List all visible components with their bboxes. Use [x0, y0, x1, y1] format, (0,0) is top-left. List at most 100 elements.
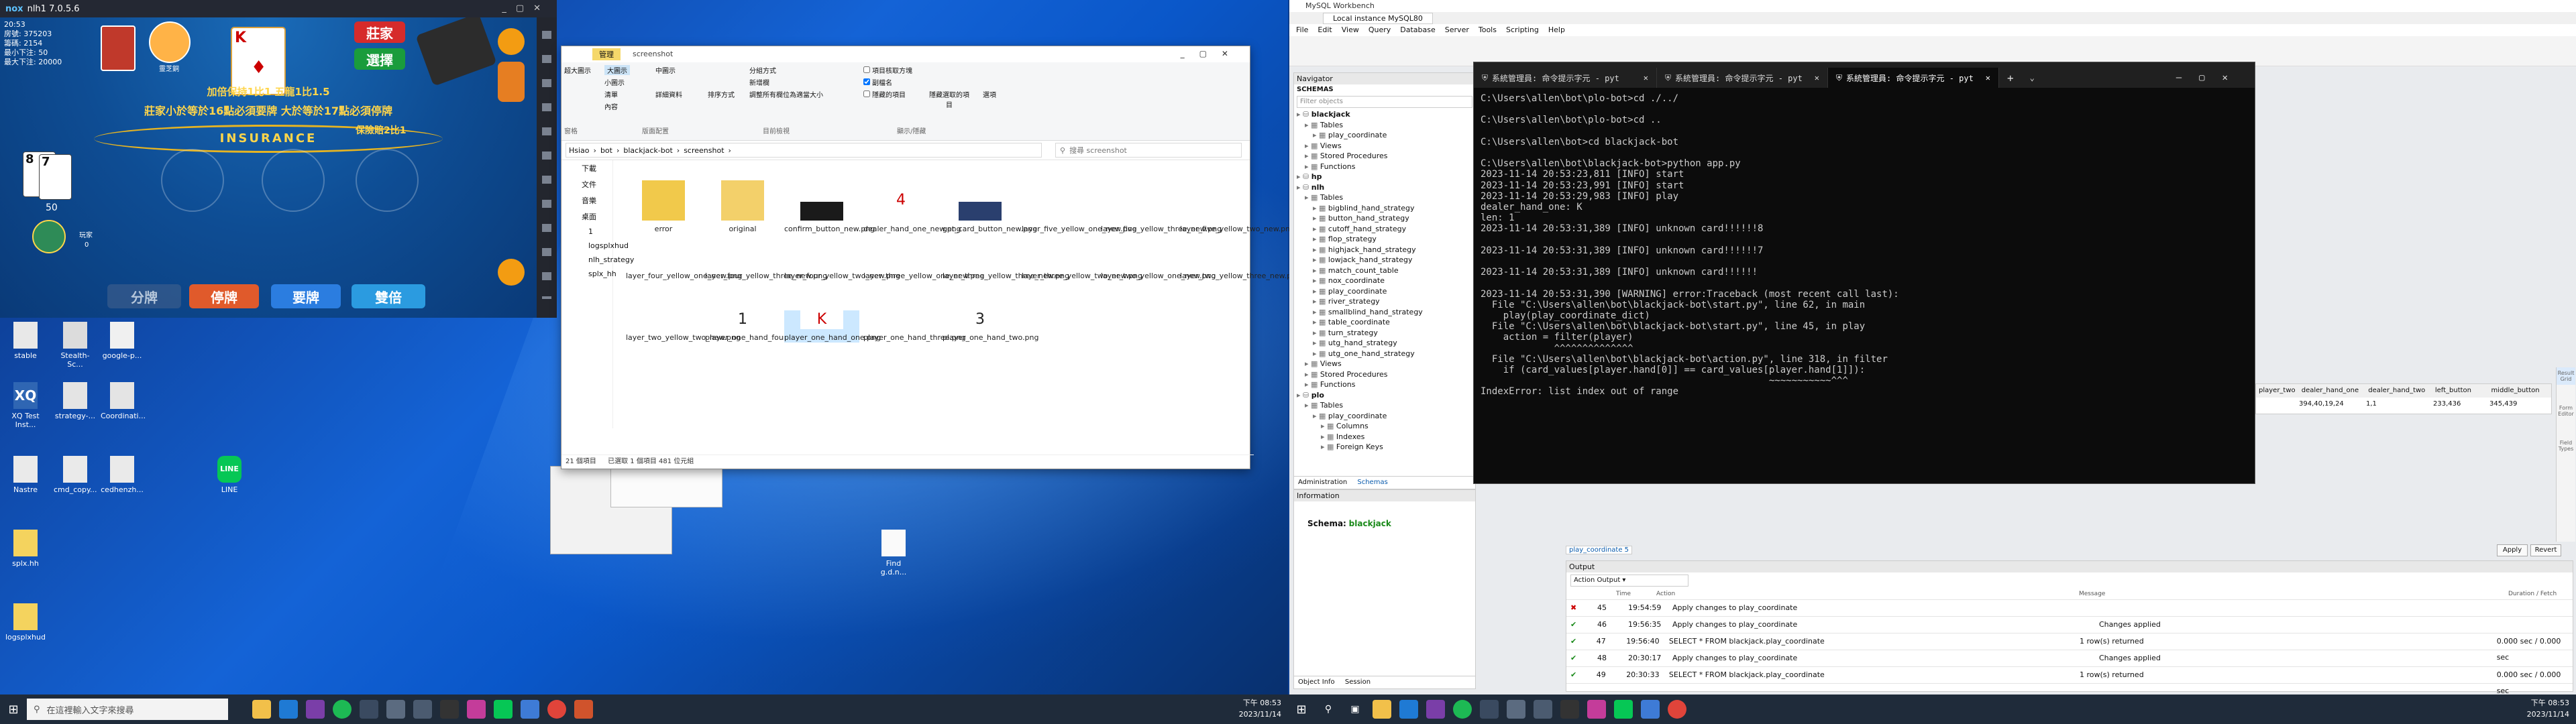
- schema-tree-item[interactable]: ▸ ▦ Indexes: [1297, 432, 1475, 442]
- file-item[interactable]: confirm_button_new.png: [784, 180, 875, 234]
- result-grid-button[interactable]: Result Grid: [2557, 367, 2575, 385]
- sidebar-item-folder[interactable]: logsplxhud: [561, 239, 629, 253]
- sidebar-item-folder[interactable]: 1: [561, 225, 612, 239]
- ribbon-details[interactable]: 詳細資料: [655, 89, 682, 99]
- schema-tree-item[interactable]: ▸ ▦ flop_strategy: [1297, 234, 1475, 245]
- schema-tree-item[interactable]: ▸ ▦ Views: [1297, 359, 1475, 369]
- app-icon[interactable]: [306, 700, 325, 719]
- system-tray-clock[interactable]: 下午 08:53 2023/11/14: [1239, 697, 1281, 720]
- menu-file[interactable]: File: [1296, 24, 1308, 36]
- app-icon[interactable]: [1426, 700, 1445, 719]
- schema-tree-item[interactable]: ▸ ▦ Tables: [1297, 192, 1475, 203]
- taskbar-search-input[interactable]: ⚲ 在這裡輸入文字來搜尋: [27, 699, 228, 720]
- desktop-icon[interactable]: Coordinati...: [101, 382, 146, 420]
- line-icon[interactable]: [494, 700, 513, 719]
- schema-tree-item[interactable]: ▸ ▦ Tables: [1297, 120, 1475, 131]
- desktop-icon[interactable]: Nastre: [4, 456, 47, 494]
- seat-circle[interactable]: [262, 149, 325, 212]
- desktop-icon[interactable]: stable: [4, 322, 47, 360]
- rules-button[interactable]: 選擇: [354, 48, 405, 70]
- schema-tree-item[interactable]: ▸ ▦ highjack_hand_strategy: [1297, 245, 1475, 255]
- stand-button[interactable]: 莊家: [354, 21, 405, 43]
- schema-tree-item[interactable]: ▸ ▦ smallblind_hand_strategy: [1297, 307, 1475, 318]
- terminal-icon[interactable]: [1560, 700, 1579, 719]
- chrome-icon[interactable]: [1668, 700, 1686, 719]
- schema-tree-item[interactable]: ▸ ⛁ blackjack: [1297, 109, 1475, 120]
- file-item[interactable]: 4 dealer_hand_one_new.png: [863, 180, 961, 234]
- schema-tree-item[interactable]: ▸ ⛁ plo: [1297, 390, 1475, 401]
- sidebar-item-folder[interactable]: splx_hh: [561, 267, 616, 281]
- ribbon-sort[interactable]: 排序方式: [708, 89, 735, 99]
- schema-tree-item[interactable]: ▸ ▦ Stored Procedures: [1297, 151, 1475, 162]
- line-app-icon[interactable]: LINE LINE: [208, 456, 251, 494]
- jackpot-icon[interactable]: [498, 62, 525, 102]
- terminal-tab[interactable]: ⛨ 系統管理員: 命令提示字元 - pyt ✕: [1657, 68, 1828, 88]
- schema-tree-item[interactable]: ▸ ▦ table_coordinate: [1297, 317, 1475, 328]
- schema-tree-item[interactable]: ▸ ▦ turn_strategy: [1297, 328, 1475, 339]
- schema-tree-item[interactable]: ▸ ▦ lowjack_hand_strategy: [1297, 255, 1475, 265]
- schema-tree-item[interactable]: ▸ ▦ Stored Procedures: [1297, 369, 1475, 380]
- terminal-icon[interactable]: [440, 700, 459, 719]
- column-header[interactable]: player_two: [2256, 384, 2299, 398]
- sidebar-item-downloads[interactable]: 下載: [561, 160, 612, 176]
- schema-tree-item[interactable]: ▸ ▦ match_count_table: [1297, 265, 1475, 276]
- menu-edit[interactable]: Edit: [1318, 24, 1332, 36]
- file-item[interactable]: layer_two_yellow_three_new.png: [1180, 254, 1301, 281]
- result-tab[interactable]: play_coordinate 5: [1566, 546, 1633, 554]
- checkbox-extensions[interactable]: 副檔名: [863, 77, 892, 87]
- schema-tree-item[interactable]: ▸ ⛁ nlh: [1297, 182, 1475, 193]
- ribbon-list[interactable]: 清單: [604, 89, 618, 99]
- menu-scripting[interactable]: Scripting: [1506, 24, 1539, 36]
- schema-tree-item[interactable]: ▸ ▦ Foreign Keys: [1297, 442, 1475, 452]
- schema-tree-item[interactable]: ▸ ▦ bigblind_hand_strategy: [1297, 203, 1475, 214]
- search-input[interactable]: ⚲ 搜尋 screenshot: [1055, 143, 1242, 158]
- desktop-icon[interactable]: strategy-...: [54, 382, 97, 420]
- terminal-tab-active[interactable]: ⛨ 系統管理員: 命令提示字元 - pyt ✕: [1828, 68, 1999, 88]
- app-icon[interactable]: [467, 700, 486, 719]
- tab-administration[interactable]: Administration: [1294, 479, 1351, 486]
- tab-schemas[interactable]: Schemas: [1353, 479, 1391, 486]
- avatar[interactable]: [149, 21, 191, 63]
- file-item[interactable]: layer_three_yellow_one_new.png: [863, 254, 984, 281]
- menu-query[interactable]: Query: [1368, 24, 1391, 36]
- app-icon[interactable]: [521, 700, 539, 719]
- close-icon[interactable]: ✕: [1986, 73, 1990, 82]
- seat-circle[interactable]: [161, 149, 224, 212]
- close-icon[interactable]: ✕: [1815, 73, 1819, 82]
- spotify-icon[interactable]: [333, 700, 352, 719]
- ribbon-size-all[interactable]: 調整所有欄位為適當大小: [749, 89, 823, 99]
- hit-button[interactable]: 要牌: [271, 284, 341, 308]
- ribbon-large-icons[interactable]: 大圖示: [604, 65, 630, 75]
- ribbon-options[interactable]: 選項: [983, 89, 996, 99]
- file-item[interactable]: layer_two_yellow_two_new.png: [626, 310, 741, 343]
- sidebar-item-desktop[interactable]: 桌面: [561, 208, 612, 225]
- form-editor-button[interactable]: Form Editor: [2557, 385, 2575, 420]
- double-button[interactable]: 雙倍: [352, 284, 425, 308]
- schema-tree-item[interactable]: ▸ ▦ cutoff_hand_strategy: [1297, 224, 1475, 235]
- schema-tree-item[interactable]: ▸ ▦ Views: [1297, 141, 1475, 152]
- schema-tree-item[interactable]: ▸ ▦ Columns: [1297, 421, 1475, 432]
- app-icon[interactable]: [413, 700, 432, 719]
- menu-tools[interactable]: Tools: [1479, 24, 1497, 36]
- app-icon[interactable]: [1641, 700, 1660, 719]
- action-output-select[interactable]: Action Output ▾: [1570, 575, 1688, 587]
- checkbox-hidden-items[interactable]: 隱藏的項目: [863, 89, 906, 99]
- app-icon[interactable]: [1480, 700, 1499, 719]
- file-item[interactable]: layer_two_yellow_one_new.png: [1101, 254, 1216, 281]
- schema-tree-item[interactable]: ▸ ▦ river_strategy: [1297, 296, 1475, 307]
- file-item[interactable]: layer_five_yellow_three_new.png: [1101, 180, 1222, 234]
- file-item[interactable]: layer_five_yellow_two_new.png: [1180, 180, 1295, 234]
- column-header[interactable]: dealer_hand_one: [2299, 384, 2366, 398]
- desktop-icon[interactable]: Find g.d.n...: [872, 530, 915, 577]
- new-tab-button[interactable]: +: [1999, 68, 2022, 88]
- ribbon-hide-selected[interactable]: 隱藏選取的項目: [929, 89, 969, 109]
- apply-button[interactable]: Apply: [2497, 544, 2528, 556]
- file-item[interactable]: 3 player_one_hand_two.png: [943, 310, 1039, 343]
- ribbon-small-icons[interactable]: 小圖示: [604, 77, 625, 87]
- split-button[interactable]: 分牌: [107, 284, 181, 308]
- checkbox-item-checkboxes[interactable]: 項目核取方塊: [863, 65, 912, 75]
- file-item[interactable]: layer_four_yellow_two_new.png: [784, 254, 900, 281]
- file-item[interactable]: layer_three_yellow_three_new.png: [943, 254, 1069, 281]
- desktop-icon[interactable]: logsplxhud: [4, 603, 47, 642]
- sidebar-item-folder[interactable]: nlh_strategy: [561, 253, 634, 267]
